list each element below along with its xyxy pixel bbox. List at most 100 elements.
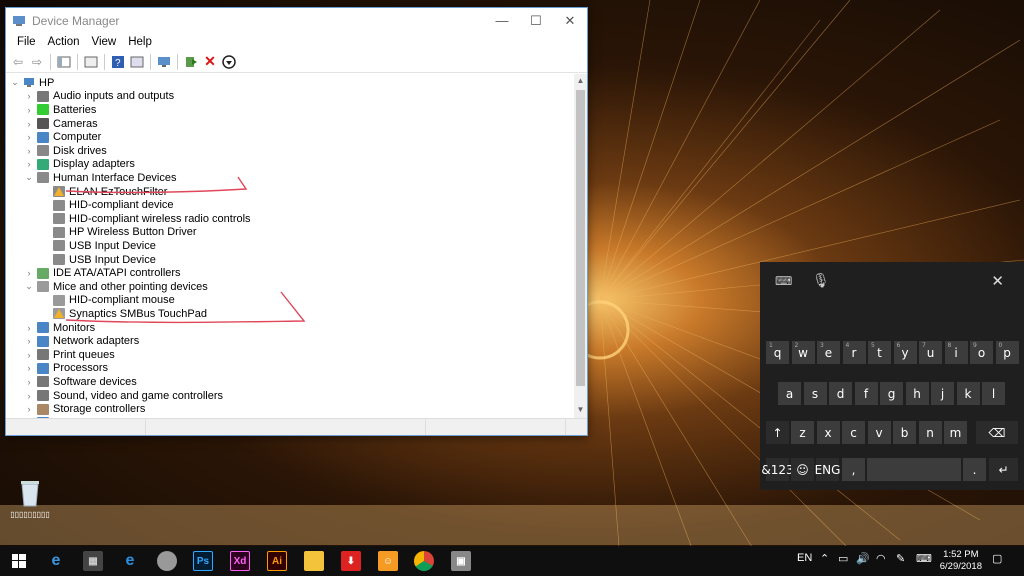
key-q[interactable]: q1 (766, 341, 789, 364)
key-a[interactable]: a (778, 382, 801, 405)
key-t[interactable]: t5 (868, 341, 891, 364)
language-indicator[interactable]: EN (797, 552, 812, 564)
key-u[interactable]: u7 (919, 341, 942, 364)
symbols-key[interactable]: &123 (761, 458, 794, 481)
wifi-icon[interactable]: ◠ (876, 552, 886, 565)
key-r[interactable]: r4 (842, 341, 866, 364)
recycle-bin[interactable]: ▯▯▯▯▯▯▯▯▯ (10, 478, 50, 519)
chevron-right-icon[interactable]: › (24, 391, 34, 401)
key-f[interactable]: f (854, 382, 878, 405)
key-g[interactable]: g (880, 382, 903, 405)
key-x[interactable]: x (816, 421, 840, 444)
touch-keyboard-icon[interactable]: ⌨ (916, 552, 932, 565)
forward-arrow-icon[interactable]: ⇨ (29, 54, 45, 70)
volume-icon[interactable]: 🔊 (856, 552, 870, 565)
chevron-down-icon[interactable]: ⌄ (24, 172, 34, 183)
download-manager-icon[interactable]: ⬇ (341, 551, 361, 571)
tree-category[interactable]: › Sound, video and game controllers (24, 389, 224, 403)
illustrator-icon[interactable]: Ai (267, 551, 287, 571)
tree-category[interactable]: › IDE ATA/ATAPI controllers (24, 266, 181, 280)
key-j[interactable]: j (931, 382, 954, 405)
tree-device[interactable]: Synaptics SMBus TouchPad (40, 307, 207, 321)
key-z[interactable]: z (791, 421, 814, 444)
menu-action[interactable]: Action (43, 36, 85, 48)
chrome-icon[interactable] (414, 551, 434, 571)
tree-device[interactable]: ELAN EzTouchFilter (40, 185, 167, 199)
chevron-right-icon[interactable]: › (24, 350, 34, 360)
start-button[interactable] (9, 551, 29, 571)
tree-category[interactable]: › Processors (24, 362, 109, 376)
key-w[interactable]: w2 (791, 341, 815, 364)
chevron-right-icon[interactable]: › (24, 132, 34, 142)
chevron-down-icon[interactable]: ⌄ (10, 77, 20, 88)
tree-category[interactable]: › Computer (24, 130, 102, 144)
chevron-down-icon[interactable]: ⌄ (24, 281, 34, 292)
tree-device[interactable]: HID-compliant wireless radio controls (40, 212, 251, 226)
scroll-thumb[interactable] (576, 90, 585, 386)
device-manager-taskbar-icon[interactable]: ▣ (451, 551, 471, 571)
scroll-down-icon[interactable]: ▼ (574, 405, 587, 417)
scroll-up-icon[interactable]: ▲ (574, 76, 587, 88)
key-o[interactable]: o9 (970, 341, 993, 364)
view-icon[interactable] (129, 54, 145, 70)
tree-category[interactable]: ⌄ Human Interface Devices (24, 171, 176, 185)
chevron-right-icon[interactable]: › (24, 119, 34, 129)
pen-icon[interactable]: ✎ (896, 552, 905, 565)
key-y[interactable]: y6 (893, 341, 917, 364)
menu-help[interactable]: Help (123, 36, 157, 48)
key-n[interactable]: n (918, 421, 942, 444)
internet-explorer-icon[interactable]: e (120, 551, 140, 571)
key-h[interactable]: h (905, 382, 929, 405)
chevron-right-icon[interactable]: › (24, 105, 34, 115)
browser-globe-icon[interactable] (157, 551, 177, 571)
tree-category[interactable]: ⌄ Mice and other pointing devices (24, 280, 208, 294)
keyboard-close-icon[interactable]: ✕ (991, 272, 1004, 290)
key-l[interactable]: l (982, 382, 1005, 405)
tree-device[interactable]: USB Input Device (40, 253, 156, 267)
battery-icon[interactable]: ▭ (838, 552, 848, 565)
update-driver-icon[interactable] (183, 54, 199, 70)
key-m[interactable]: m (944, 421, 967, 444)
tree-category[interactable]: › Cameras (24, 117, 98, 131)
clock[interactable]: 1:52 PM 6/29/2018 (940, 549, 982, 573)
tree-device[interactable]: HID-compliant device (40, 198, 174, 212)
properties-icon[interactable] (83, 54, 99, 70)
enter-key[interactable]: ↵ (989, 458, 1018, 481)
chevron-up-icon[interactable]: ⌃ (820, 552, 829, 565)
uninstall-icon[interactable]: ✕ (202, 53, 218, 70)
period-key[interactable]: . (963, 458, 986, 481)
spacebar[interactable] (867, 458, 961, 481)
chevron-right-icon[interactable]: › (24, 91, 34, 101)
tree-category[interactable]: › Storage controllers (24, 402, 146, 416)
key-b[interactable]: b (893, 421, 916, 444)
microphone-icon[interactable]: 🎙 (812, 272, 830, 289)
photoshop-icon[interactable]: Ps (193, 551, 213, 571)
calculator-icon[interactable]: ▦ (83, 551, 103, 571)
comma-key[interactable]: , (842, 458, 865, 481)
action-center-icon[interactable]: ▢ (992, 552, 1002, 565)
show-hide-tree-icon[interactable] (56, 54, 72, 70)
tree-device[interactable]: HP Wireless Button Driver (40, 226, 197, 240)
key-s[interactable]: s (803, 382, 827, 405)
chevron-right-icon[interactable]: › (24, 404, 34, 414)
tree-category[interactable]: › Software devices (24, 375, 137, 389)
key-c[interactable]: c (842, 421, 865, 444)
title-bar[interactable]: Device Manager — ☐ ✕ (6, 8, 587, 33)
tree-category[interactable]: › Network adapters (24, 334, 140, 348)
key-v[interactable]: v (867, 421, 891, 444)
uc-browser-icon[interactable]: ☺ (378, 551, 398, 571)
tree-root[interactable]: ⌄ HP (10, 76, 54, 90)
key-i[interactable]: i8 (944, 341, 968, 364)
chevron-right-icon[interactable]: › (24, 336, 34, 346)
tree-category[interactable]: › Batteries (24, 103, 97, 117)
vertical-scrollbar[interactable]: ▲ ▼ (574, 74, 587, 419)
file-explorer-icon[interactable] (304, 551, 324, 571)
backspace-key[interactable]: ⌫ (976, 421, 1018, 444)
download-icon[interactable] (221, 54, 237, 70)
close-button[interactable]: ✕ (553, 8, 587, 33)
minimize-button[interactable]: — (485, 8, 519, 33)
tree-device[interactable]: HID-compliant mouse (40, 294, 175, 308)
key-e[interactable]: e3 (817, 341, 840, 364)
tree-device[interactable]: USB Input Device (40, 239, 156, 253)
key-d[interactable]: d (829, 382, 852, 405)
